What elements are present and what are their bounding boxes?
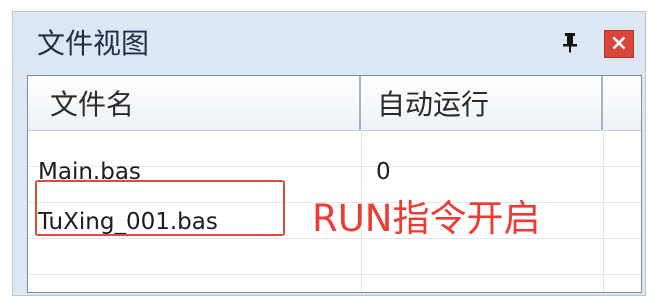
column-header-autorun[interactable]: 自动运行: [363, 76, 603, 130]
highlight-box: [35, 180, 285, 236]
auto-run-cell: 0: [376, 159, 391, 185]
column-header-filename[interactable]: 文件名: [28, 76, 361, 130]
close-button[interactable]: ×: [604, 30, 634, 58]
column-header-empty: [605, 76, 641, 130]
panel-titlebar: 文件视图 ×: [13, 12, 645, 72]
grid-line: [28, 274, 641, 275]
file-view-panel: 文件视图 × 文件名 自动运行 Main.bas 0 TuXing_001.ba…: [12, 11, 646, 296]
annotation-text: RUN指令开启: [312, 197, 541, 240]
list-header: 文件名 自动运行: [28, 76, 641, 131]
panel-title: 文件视图: [37, 27, 150, 60]
pin-icon[interactable]: [557, 30, 583, 56]
close-icon: ×: [609, 31, 629, 56]
